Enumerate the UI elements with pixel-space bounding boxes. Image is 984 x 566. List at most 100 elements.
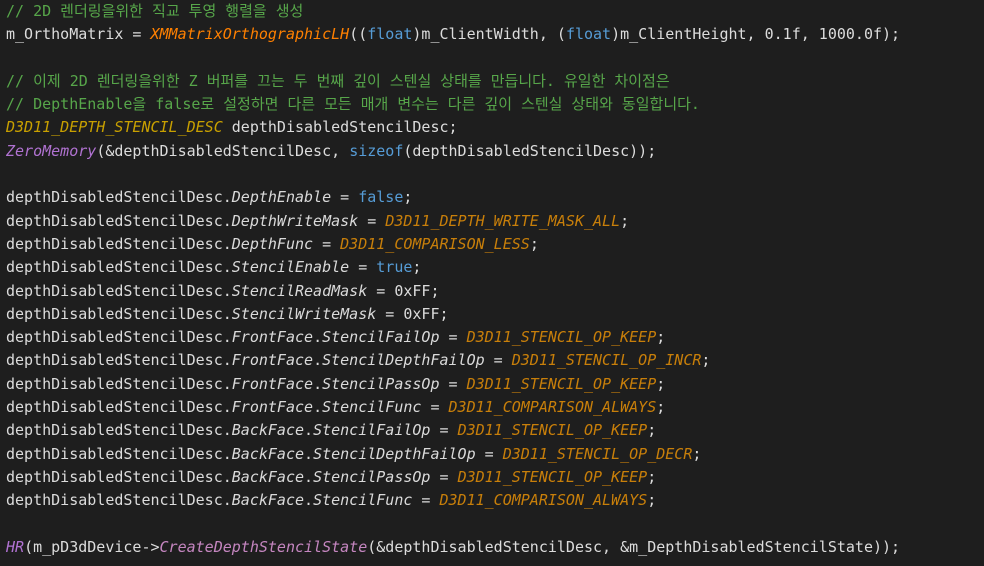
code-line[interactable]: depthDisabledStencilDesc.BackFace.Stenci…	[6, 466, 984, 489]
code-token-enumval: D3D11_COMPARISON_LESS	[340, 234, 530, 253]
code-token-comment: // DepthEnable을 false로 설정하면 다른 모든 매개 변수는…	[6, 95, 700, 114]
code-token-default: ;	[701, 351, 711, 370]
code-token-comment: // 이제 2D 렌더링을위한 Z 버퍼를 끄는 두 번째 깊이 스텐실 상태를…	[6, 71, 670, 90]
code-token-default: )m_ClientHeight, 0.1f, 1000.0f);	[611, 25, 901, 44]
code-token-enumval: D3D11_STENCIL_OP_KEEP	[466, 374, 657, 393]
code-token-enumval: D3D11_STENCIL_OP_KEEP	[466, 328, 657, 347]
code-token-member: FrontFace	[231, 328, 314, 347]
code-token-member: StencilPassOp	[313, 467, 431, 486]
code-token-default: =	[331, 188, 359, 207]
code-token-default: .	[313, 351, 323, 370]
code-token-keyword: float	[367, 25, 413, 44]
code-token-default: = 0xFF;	[367, 281, 440, 300]
code-token-default: depthDisabledStencilDesc.	[6, 258, 232, 277]
code-token-keyword: false	[358, 188, 404, 207]
code-token-default: depthDisabledStencilDesc.	[6, 304, 232, 323]
code-token-default: depthDisabledStencilDesc.	[6, 234, 232, 253]
code-line[interactable]: // DepthEnable을 false로 설정하면 다른 모든 매개 변수는…	[6, 93, 984, 116]
code-token-member: FrontFace	[231, 398, 314, 417]
code-token-default: ;	[692, 444, 702, 463]
code-token-member: StencilWriteMask	[231, 304, 377, 323]
code-token-default: depthDisabledStencilDesc.	[6, 281, 232, 300]
code-token-default: depthDisabledStencilDesc.	[6, 467, 232, 486]
code-token-enumval: D3D11_STENCIL_OP_KEEP	[457, 467, 648, 486]
code-token-member: StencilDepthFailOp	[313, 444, 476, 463]
code-token-default: ;	[529, 234, 539, 253]
code-line[interactable]: // 이제 2D 렌더링을위한 Z 버퍼를 끄는 두 번째 깊이 스텐실 상태를…	[6, 70, 984, 93]
code-editor[interactable]: // 2D 렌더링을위한 직교 투영 행렬을 생성 m_OrthoMatrix =…	[0, 0, 984, 566]
code-token-default: (depthDisabledStencilDesc));	[403, 141, 657, 160]
code-token-default: depthDisabledStencilDesc.	[6, 211, 232, 230]
code-token-default: depthDisabledStencilDesc.	[6, 374, 232, 393]
code-token-keyword: true	[376, 258, 413, 277]
code-line[interactable]	[6, 163, 984, 186]
code-token-fn: ZeroMemory	[6, 141, 97, 160]
code-token-member: StencilFailOp	[322, 328, 440, 347]
code-token-default: )m_ClientWidth, (	[412, 25, 566, 44]
code-token-default: ;	[647, 491, 657, 510]
code-line[interactable]: depthDisabledStencilDesc.FrontFace.Stenc…	[6, 396, 984, 419]
code-token-fn: HR	[6, 537, 25, 556]
code-token-default: =	[430, 467, 458, 486]
code-token-default: ((	[349, 25, 368, 44]
code-token-default: depthDisabledStencilDesc.	[6, 188, 232, 207]
code-token-type: D3D11_DEPTH_STENCIL_DESC	[6, 118, 223, 137]
code-line[interactable]: depthDisabledStencilDesc.StencilWriteMas…	[6, 303, 984, 326]
code-token-default: =	[475, 444, 503, 463]
code-token-default: =	[430, 421, 458, 440]
code-token-default: (&depthDisabledStencilDesc,	[96, 141, 350, 160]
code-token-default: depthDisabledStencilDesc;	[222, 118, 458, 137]
code-token-default: =	[439, 328, 467, 347]
code-token-default: =	[412, 491, 440, 510]
code-line[interactable]: ZeroMemory(&depthDisabledStencilDesc, si…	[6, 140, 984, 163]
code-token-default: =	[313, 234, 341, 253]
code-token-default: .	[304, 467, 314, 486]
code-token-member: BackFace	[231, 467, 305, 486]
code-token-macro-fn: XMMatrixOrthographicLH	[150, 25, 350, 44]
code-line[interactable]: depthDisabledStencilDesc.BackFace.Stenci…	[6, 419, 984, 442]
code-line[interactable]: HR(m_pD3dDevice->CreateDepthStencilState…	[6, 536, 984, 559]
code-line[interactable]: depthDisabledStencilDesc.FrontFace.Stenc…	[6, 349, 984, 372]
code-token-default: .	[304, 444, 314, 463]
code-token-default: depthDisabledStencilDesc.	[6, 328, 232, 347]
code-line[interactable]: depthDisabledStencilDesc.BackFace.Stenci…	[6, 489, 984, 512]
code-line[interactable]: m_OrthoMatrix = XMMatrixOrthographicLH((…	[6, 23, 984, 46]
code-token-default: = 0xFF;	[376, 304, 449, 323]
code-line[interactable]: depthDisabledStencilDesc.StencilReadMask…	[6, 280, 984, 303]
code-token-default: depthDisabledStencilDesc.	[6, 444, 232, 463]
code-token-default: depthDisabledStencilDesc.	[6, 398, 232, 417]
code-token-default: ;	[403, 188, 413, 207]
code-line[interactable]	[6, 513, 984, 536]
code-line[interactable]: // 2D 렌더링을위한 직교 투영 행렬을 생성	[6, 0, 984, 23]
code-token-default: ;	[656, 398, 666, 417]
code-line[interactable]: depthDisabledStencilDesc.FrontFace.Stenc…	[6, 373, 984, 396]
code-line[interactable]: depthDisabledStencilDesc.FrontFace.Stenc…	[6, 326, 984, 349]
code-line[interactable]: depthDisabledStencilDesc.DepthEnable = f…	[6, 186, 984, 209]
code-token-member: StencilFailOp	[313, 421, 431, 440]
code-token-member: BackFace	[231, 444, 305, 463]
code-token-default: ;	[412, 258, 422, 277]
code-token-member: FrontFace	[231, 351, 314, 370]
code-token-default: .	[313, 328, 323, 347]
code-token-default: =	[358, 211, 386, 230]
code-token-default: depthDisabledStencilDesc.	[6, 491, 232, 510]
code-line[interactable]: depthDisabledStencilDesc.DepthFunc = D3D…	[6, 233, 984, 256]
code-token-member: StencilFunc	[313, 491, 413, 510]
code-line[interactable]	[6, 47, 984, 70]
code-token-member: StencilDepthFailOp	[322, 351, 485, 370]
code-token-member: StencilEnable	[231, 258, 350, 277]
code-token-enumval: D3D11_COMPARISON_ALWAYS	[439, 491, 648, 510]
code-token-enumval: D3D11_STENCIL_OP_INCR	[511, 351, 702, 370]
code-token-member: DepthEnable	[231, 188, 332, 207]
code-line[interactable]: depthDisabledStencilDesc.DepthWriteMask …	[6, 210, 984, 233]
code-token-method: CreateDepthStencilState	[159, 537, 368, 556]
code-line[interactable]: depthDisabledStencilDesc.StencilEnable =…	[6, 256, 984, 279]
code-token-member: BackFace	[231, 421, 305, 440]
code-token-default: .	[304, 491, 314, 510]
code-token-default: ;	[647, 467, 657, 486]
code-line[interactable]: D3D11_DEPTH_STENCIL_DESC depthDisabledSt…	[6, 116, 984, 139]
code-token-member: StencilReadMask	[231, 281, 368, 300]
code-token-member: StencilFunc	[322, 398, 422, 417]
code-token-default: ;	[620, 211, 630, 230]
code-line[interactable]: depthDisabledStencilDesc.BackFace.Stenci…	[6, 443, 984, 466]
